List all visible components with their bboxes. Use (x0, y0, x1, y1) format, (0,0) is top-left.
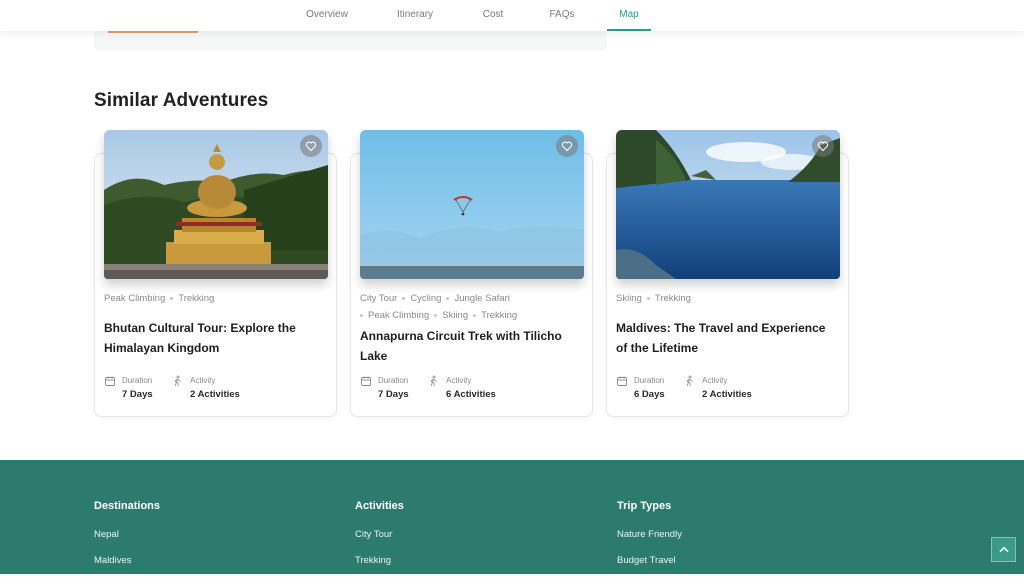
similar-adventures-heading: Similar Adventures (94, 90, 269, 111)
card-meta: Duration 6 Days Activity 2 Activities (616, 374, 840, 404)
footer-heading: Destinations (94, 500, 161, 512)
scroll-to-top-button[interactable] (991, 537, 1016, 562)
heart-icon (561, 141, 573, 152)
activity-label: Activity (702, 376, 728, 385)
card-meta: Duration 7 Days Activity 2 Activities (104, 374, 328, 404)
adventure-card[interactable]: City Tour Cycling Jungle Safari Peak Climb… (350, 130, 593, 417)
duration-label: Duration (634, 376, 665, 385)
footer-destinations: Destinations Nepal Maldives (94, 500, 160, 581)
calendar-icon (361, 376, 371, 386)
chevron-up-icon (998, 546, 1009, 552)
duration-label: Duration (122, 376, 153, 385)
footer-link-trekking[interactable]: Trekking (355, 555, 404, 581)
card-meta: Duration 7 Days Activity 6 Activities (360, 374, 584, 404)
tag: Trekking (654, 293, 691, 304)
favorite-button[interactable] (812, 135, 834, 157)
tag: Trekking (481, 310, 518, 321)
tab-overview[interactable]: Overview (298, 0, 356, 31)
tag: Peak Climbing (368, 310, 430, 321)
fjord-lake-image[interactable] (616, 130, 840, 279)
tab-itinerary[interactable]: Itinerary (389, 0, 441, 31)
activity-value: 2 Activities (190, 389, 240, 400)
footer-trip-types: Trip Types Nature Friendly Budget Travel (617, 500, 682, 581)
tag: Skiing (616, 293, 642, 304)
card-tags: Peak Climbing Trekking (104, 290, 328, 307)
tag: City Tour (360, 293, 398, 304)
duration-value: 7 Days (122, 389, 153, 400)
activity-value: 2 Activities (702, 389, 752, 400)
card-title[interactable]: Annapurna Circuit Trek with Tilicho Lake (360, 327, 584, 366)
tour-tab-nav: Overview Itinerary Cost FAQs Map (0, 0, 1024, 31)
card-title[interactable]: Maldives: The Travel and Experience of t… (616, 319, 840, 358)
favorite-button[interactable] (556, 135, 578, 157)
footer-activities: Activities City Tour Trekking (355, 500, 404, 581)
hiker-icon (686, 375, 693, 387)
footer-heading: Activities (355, 500, 404, 512)
card-tags: Skiing Trekking (616, 290, 840, 307)
hiker-icon (430, 375, 437, 387)
adventure-card[interactable]: Peak Climbing Trekking Bhutan Cultural To… (94, 130, 337, 417)
tag: Trekking (178, 293, 215, 304)
footer-link-city-tour[interactable]: City Tour (355, 529, 404, 555)
previous-section-accent (108, 31, 198, 33)
tag: Jungle Safari (454, 293, 510, 304)
tab-map[interactable]: Map (607, 0, 651, 31)
card-tags: City Tour Cycling Jungle Safari Peak Climb… (360, 290, 584, 324)
tag: Cycling (410, 293, 442, 304)
tab-faqs[interactable]: FAQs (543, 0, 581, 31)
footer-link-nature-friendly[interactable]: Nature Friendly (617, 529, 682, 555)
heart-icon (817, 141, 829, 152)
card-title[interactable]: Bhutan Cultural Tour: Explore the Himala… (104, 319, 328, 358)
duration-value: 7 Days (378, 389, 409, 400)
activity-value: 6 Activities (446, 389, 496, 400)
heart-icon (305, 141, 317, 152)
footer-link-maldives[interactable]: Maldives (94, 555, 160, 581)
activity-label: Activity (446, 376, 472, 385)
duration-value: 6 Days (634, 389, 665, 400)
paraglider-image[interactable] (360, 130, 584, 279)
tag: Peak Climbing (104, 293, 166, 304)
footer-link-budget-travel[interactable]: Budget Travel (617, 555, 682, 581)
footer-heading: Trip Types (617, 500, 672, 512)
activity-label: Activity (190, 376, 216, 385)
calendar-icon (617, 376, 627, 386)
footer-link-nepal[interactable]: Nepal (94, 529, 160, 555)
hiker-icon (174, 375, 181, 387)
tab-cost[interactable]: Cost (474, 0, 512, 31)
site-footer: Destinations Nepal Maldives Activities C… (0, 460, 1024, 574)
bhutan-buddha-image[interactable] (104, 130, 328, 279)
favorite-button[interactable] (300, 135, 322, 157)
adventure-card[interactable]: Skiing Trekking Maldives: The Travel and … (606, 130, 849, 417)
duration-label: Duration (378, 376, 409, 385)
calendar-icon (105, 376, 115, 386)
tag: Skiing (442, 310, 469, 321)
